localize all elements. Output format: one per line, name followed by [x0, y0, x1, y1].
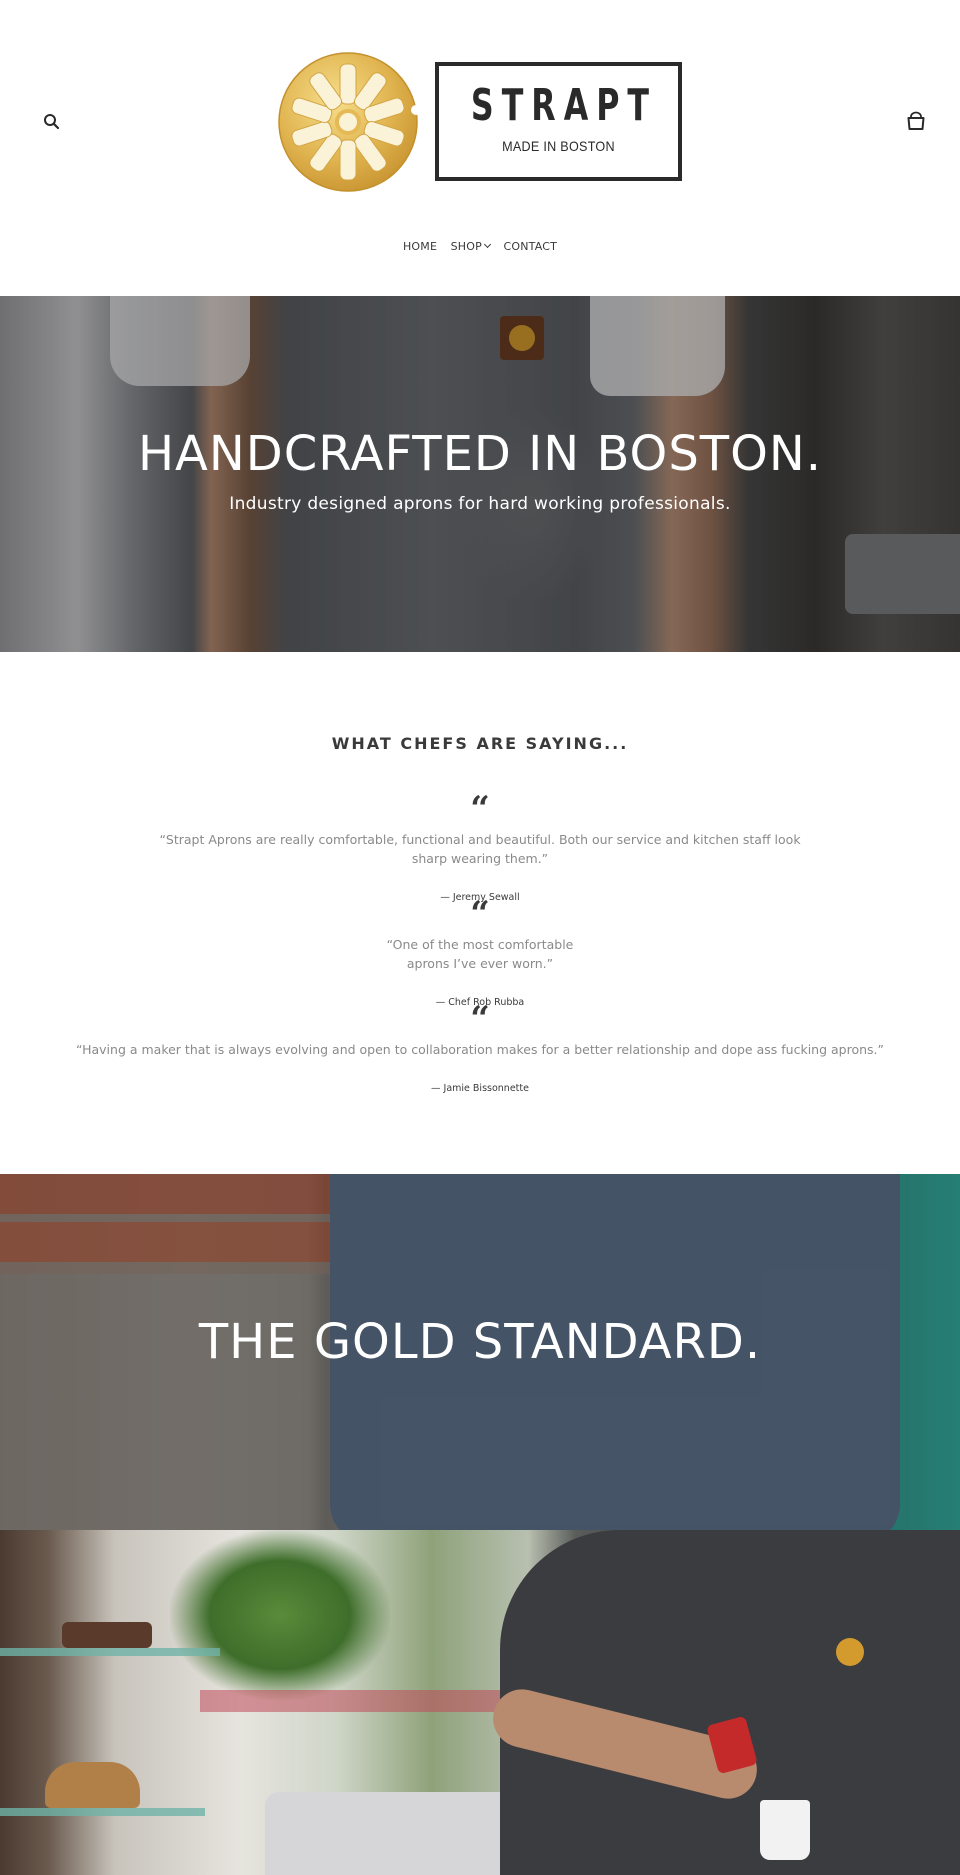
- search-icon: [44, 114, 60, 130]
- hero-subtitle: Industry designed aprons for hard workin…: [229, 494, 731, 514]
- nav-item-shop-label: SHOP: [450, 240, 482, 253]
- pastry-image: [45, 1762, 140, 1808]
- testimonial-quote: “Strapt Aprons are really comfortable, f…: [159, 832, 801, 866]
- chevron-down-icon: [483, 240, 492, 249]
- logo-title: STRAPT: [470, 80, 658, 131]
- glass-shelf: [0, 1808, 205, 1816]
- quote-icon: “: [470, 789, 490, 829]
- cafe-photo: [0, 1530, 960, 1875]
- logo-wheel-icon: [278, 52, 418, 192]
- hero-title: HANDCRAFTED IN BOSTON.: [137, 426, 823, 482]
- hero-gold-standard: THE GOLD STANDARD.: [0, 1174, 960, 1530]
- testimonials-section: WHAT CHEFS ARE SAYING... “ “Strapt Apron…: [0, 652, 960, 1174]
- testimonial-item: “ “One of the most comfortable aprons I’…: [0, 894, 960, 1008]
- testimonial-quote: “One of the most comfortable aprons I’ve…: [386, 937, 574, 971]
- testimonial-item: “ “Having a maker that is always evolvin…: [0, 999, 960, 1094]
- photo-detail: [200, 1690, 500, 1712]
- logo-tagline: MADE IN BOSTON: [502, 138, 615, 154]
- search-button[interactable]: [40, 110, 64, 134]
- hero-handcrafted: HANDCRAFTED IN BOSTON. Industry designed…: [0, 296, 960, 652]
- hero-title: THE GOLD STANDARD.: [198, 1314, 762, 1370]
- cart-icon: [907, 111, 925, 130]
- plant-image: [170, 1530, 390, 1700]
- hero-content: HANDCRAFTED IN BOSTON. Industry designed…: [0, 426, 960, 514]
- hero-content: THE GOLD STANDARD.: [0, 1314, 960, 1370]
- cart-button[interactable]: [904, 110, 928, 134]
- nav-item-contact[interactable]: CONTACT: [503, 240, 557, 253]
- quote-icon: “: [470, 999, 490, 1039]
- nav-item-home[interactable]: HOME: [403, 240, 437, 253]
- testimonial-item: “ “Strapt Aprons are really comfortable,…: [0, 789, 960, 903]
- section-title: WHAT CHEFS ARE SAYING...: [331, 734, 629, 753]
- nav-item-shop[interactable]: SHOP: [450, 240, 492, 253]
- pastry-image: [62, 1622, 152, 1648]
- main-nav: HOME SHOP CONTACT: [0, 240, 960, 253]
- apron-patch-image: [836, 1638, 864, 1666]
- site-header: STRAPT MADE IN BOSTON HOME SHOP CONTACT: [0, 0, 960, 296]
- testimonial-author: — Jamie Bissonnette: [431, 1083, 529, 1094]
- testimonial-quote: “Having a maker that is always evolving …: [76, 1042, 884, 1057]
- site-logo[interactable]: STRAPT MADE IN BOSTON: [278, 52, 682, 192]
- logo-wordmark-box: STRAPT MADE IN BOSTON: [435, 62, 682, 181]
- quote-icon: “: [470, 894, 490, 934]
- glass-shelf: [0, 1648, 220, 1656]
- cup-image: [760, 1800, 810, 1860]
- laptop-image: [265, 1792, 535, 1875]
